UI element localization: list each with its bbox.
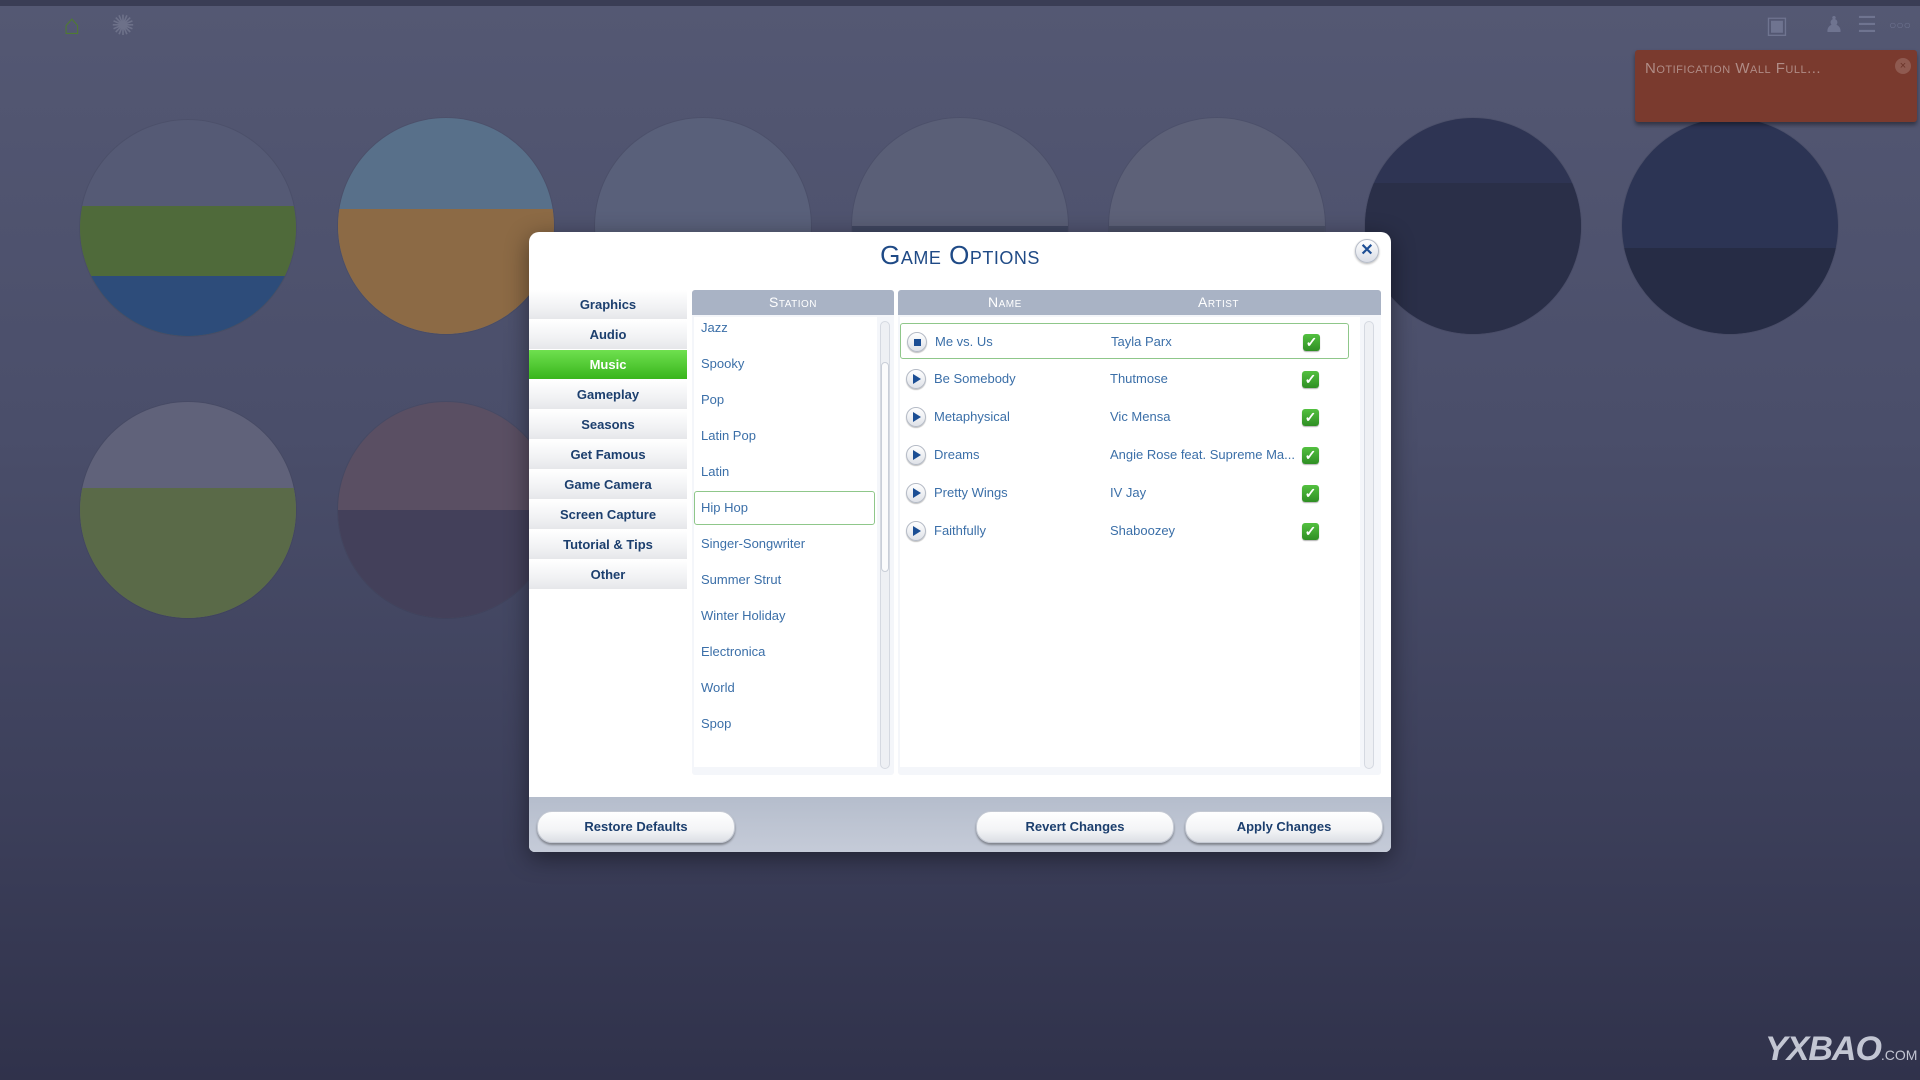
station-item[interactable]: Spooky [694, 347, 875, 381]
song-row[interactable]: Be Somebody Thutmose ✓ [900, 361, 1360, 397]
station-item[interactable]: Electronica [694, 635, 875, 669]
sidebar-item-other[interactable]: Other [529, 560, 687, 589]
song-row[interactable]: Dreams Angie Rose feat. Supreme Ma... ✓ [900, 437, 1360, 473]
song-name: Be Somebody [934, 371, 1016, 386]
song-enabled-checkbox[interactable]: ✓ [1303, 334, 1320, 351]
sidebar-item-seasons[interactable]: Seasons [529, 410, 687, 439]
artist-column-header[interactable]: Artist [1198, 290, 1239, 315]
name-column-header[interactable]: Name [988, 290, 1022, 315]
song-name: Faithfully [934, 523, 987, 538]
songs-panel: Name Artist Me vs. Us Tayla Parx ✓ Be So… [898, 290, 1381, 775]
notification-close-icon[interactable]: × [1895, 58, 1911, 74]
sidebar-item-get-famous[interactable]: Get Famous [529, 440, 687, 469]
revert-changes-button[interactable]: Revert Changes [976, 811, 1174, 843]
station-item[interactable]: Latin Pop [694, 419, 875, 453]
world-thumbnail[interactable] [1622, 118, 1838, 334]
song-enabled-checkbox[interactable]: ✓ [1302, 523, 1319, 540]
station-item[interactable]: Winter Holiday [694, 599, 875, 633]
song-enabled-checkbox[interactable]: ✓ [1302, 371, 1319, 388]
play-icon[interactable] [906, 521, 926, 541]
sidebar-item-screen-capture[interactable]: Screen Capture [529, 500, 687, 529]
options-sidebar: Graphics Audio Music Gameplay Seasons Ge… [529, 290, 687, 590]
station-item[interactable]: Summer Strut [694, 563, 875, 597]
dialog-footer: Restore Defaults Revert Changes Apply Ch… [529, 797, 1391, 852]
gallery-icon[interactable]: ▣ [1758, 6, 1796, 44]
play-icon[interactable] [906, 445, 926, 465]
stop-icon[interactable] [907, 332, 927, 352]
station-panel: Station Jazz Spooky Pop Latin Pop Latin … [692, 290, 894, 775]
song-artist: Shaboozey [1110, 523, 1176, 538]
apply-changes-button[interactable]: Apply Changes [1185, 811, 1383, 843]
watermark-logo: YXBAO.COM [1765, 1030, 1917, 1069]
play-icon[interactable] [906, 369, 926, 389]
song-enabled-checkbox[interactable]: ✓ [1302, 409, 1319, 426]
song-row[interactable]: Faithfully Shaboozey ✓ [900, 513, 1360, 549]
song-artist: Tayla Parx [1111, 334, 1172, 349]
station-item[interactable]: Singer-Songwriter [694, 527, 875, 561]
play-icon[interactable] [906, 407, 926, 427]
station-item[interactable]: Jazz [694, 319, 875, 345]
song-artist: Vic Mensa [1110, 409, 1171, 424]
more-icon[interactable]: ○○○ [1880, 6, 1920, 44]
sidebar-item-audio[interactable]: Audio [529, 320, 687, 349]
song-artist: Angie Rose feat. Supreme Ma... [1110, 447, 1295, 462]
notification-toast[interactable]: Notification Wall Full... × [1635, 50, 1917, 122]
songs-header: Name Artist [898, 290, 1381, 315]
song-name: Metaphysical [934, 409, 1010, 424]
song-artist: IV Jay [1110, 485, 1147, 500]
game-options-dialog: Game Options ✕ Graphics Audio Music Game… [529, 232, 1391, 852]
station-scroll-thumb[interactable] [881, 362, 889, 572]
song-row[interactable]: Pretty Wings IV Jay ✓ [900, 475, 1360, 511]
notification-text: Notification Wall Full... [1645, 60, 1822, 77]
world-thumbnail[interactable] [338, 402, 554, 618]
watermark-suffix: .COM [1880, 1047, 1918, 1063]
songs-scrollbar[interactable] [1364, 321, 1374, 769]
songs-list: Me vs. Us Tayla Parx ✓ Be Somebody Thutm… [900, 317, 1360, 767]
world-thumbnail[interactable] [338, 118, 554, 334]
sidebar-item-music[interactable]: Music [529, 350, 687, 379]
song-name: Dreams [934, 447, 980, 462]
station-scrollbar[interactable] [880, 321, 890, 769]
song-enabled-checkbox[interactable]: ✓ [1302, 485, 1319, 502]
world-thumbnail[interactable] [80, 402, 296, 618]
world-thumbnail[interactable] [1365, 118, 1581, 334]
watermark-brand: YXBAO [1765, 1030, 1882, 1068]
restore-defaults-button[interactable]: Restore Defaults [537, 811, 735, 843]
song-artist: Thutmose [1110, 371, 1168, 386]
station-item[interactable]: Latin [694, 455, 875, 489]
top-hud-bar [0, 0, 1920, 6]
song-row[interactable]: Metaphysical Vic Mensa ✓ [900, 399, 1360, 435]
station-item-selected[interactable]: Hip Hop [694, 491, 875, 525]
close-icon[interactable]: ✕ [1355, 239, 1379, 263]
station-item[interactable]: World [694, 671, 875, 705]
song-name: Pretty Wings [934, 485, 1008, 500]
sun-icon[interactable]: ✺ [104, 6, 142, 44]
station-list: Jazz Spooky Pop Latin Pop Latin Hip Hop … [694, 317, 877, 767]
sidebar-item-graphics[interactable]: Graphics [529, 290, 687, 319]
station-item[interactable]: Spop [694, 707, 875, 741]
station-header: Station [692, 290, 894, 315]
sidebar-item-gameplay[interactable]: Gameplay [529, 380, 687, 409]
house-icon[interactable]: ⌂ [53, 6, 91, 44]
station-item[interactable]: Pop [694, 383, 875, 417]
sidebar-item-tutorial-tips[interactable]: Tutorial & Tips [529, 530, 687, 559]
song-enabled-checkbox[interactable]: ✓ [1302, 447, 1319, 464]
play-icon[interactable] [906, 483, 926, 503]
song-row[interactable]: Me vs. Us Tayla Parx ✓ [900, 323, 1349, 359]
world-thumbnail[interactable] [80, 120, 296, 336]
sidebar-item-game-camera[interactable]: Game Camera [529, 470, 687, 499]
dialog-title: Game Options [880, 240, 1040, 270]
song-name: Me vs. Us [935, 334, 993, 349]
